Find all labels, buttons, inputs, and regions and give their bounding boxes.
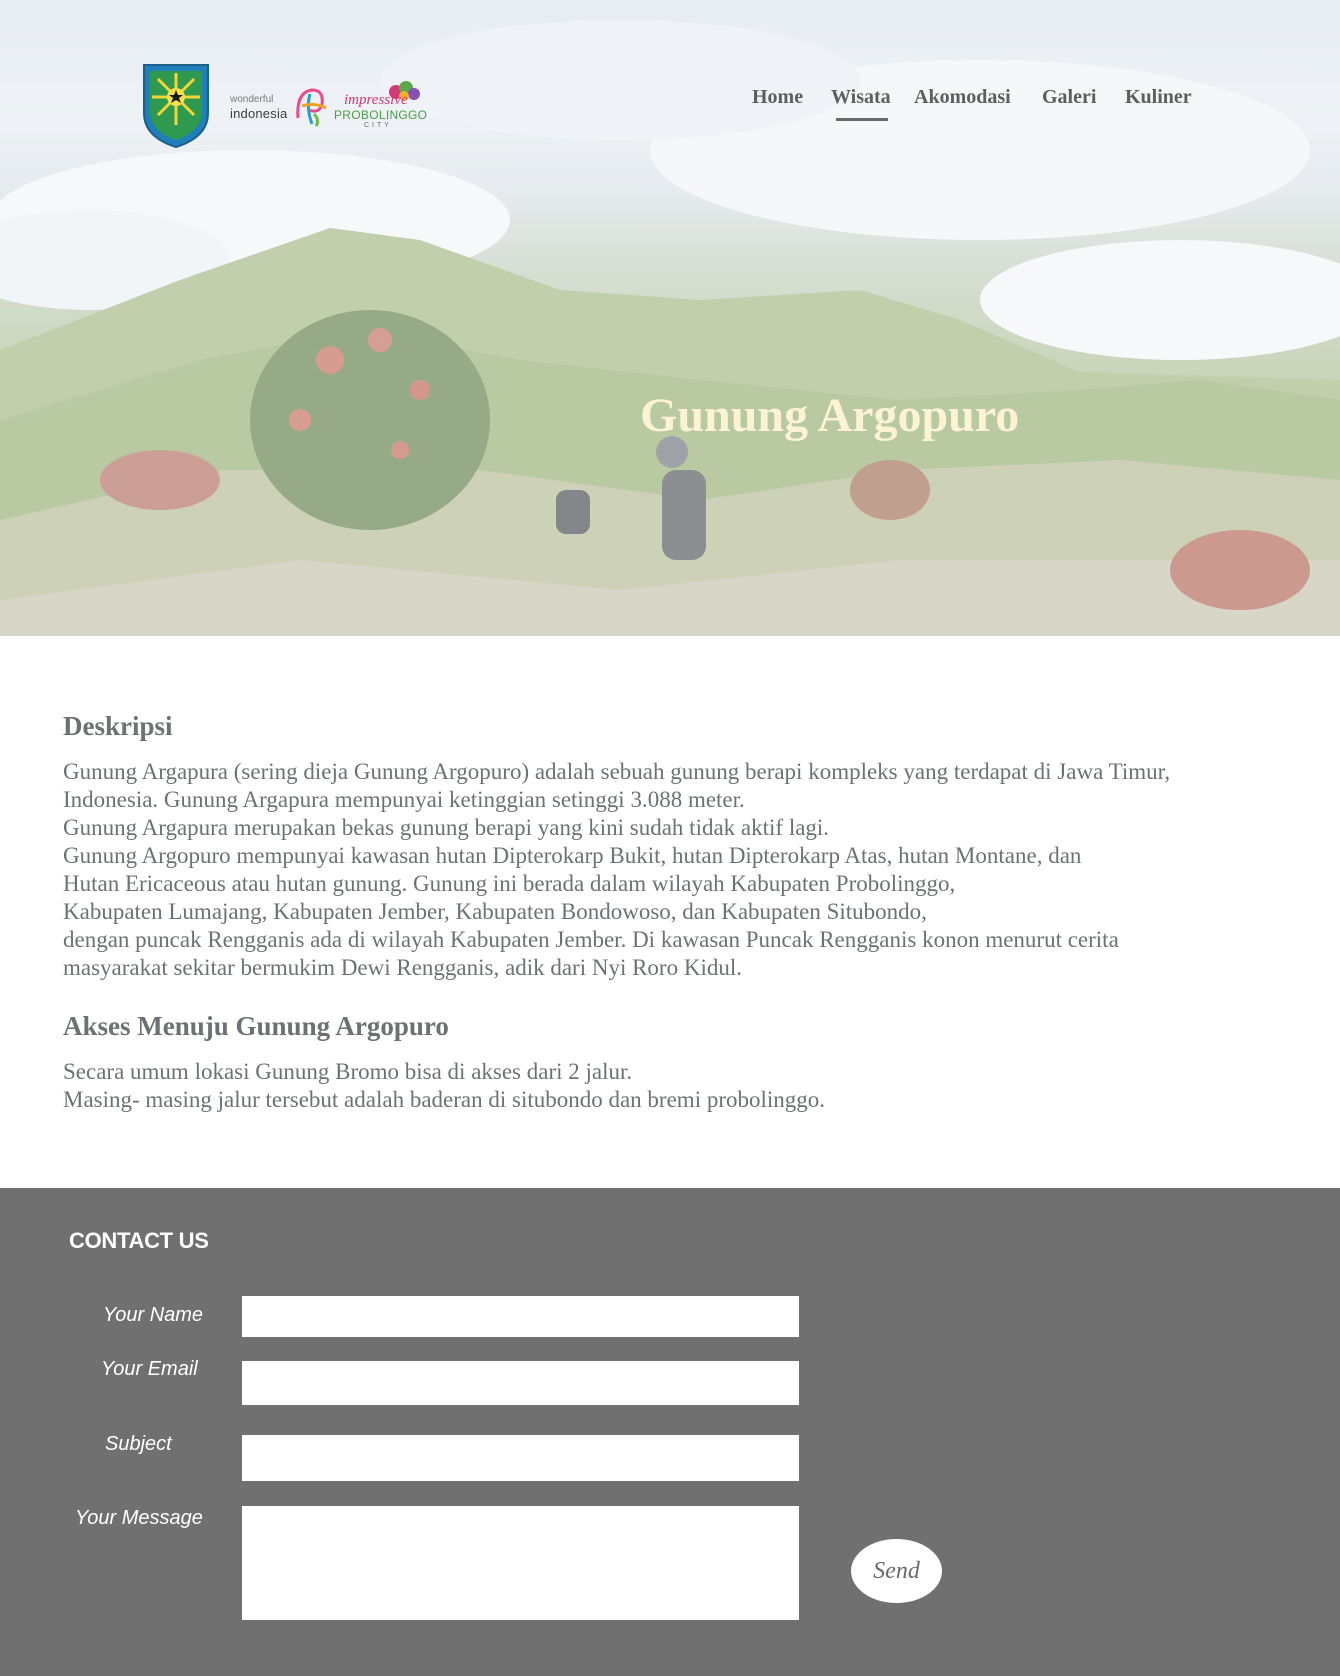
name-input[interactable] xyxy=(242,1296,799,1337)
description-line: masyarakat sekitar bermukim Dewi Renggan… xyxy=(63,955,742,980)
message-textarea[interactable] xyxy=(242,1506,799,1620)
nav-active-indicator xyxy=(836,118,888,121)
contact-heading: CONTACT US xyxy=(69,1228,209,1253)
hero-title: Gunung Argopuro xyxy=(640,389,1020,442)
description-line: Gunung Argopuro mempunyai kawasan hutan … xyxy=(63,843,1082,868)
description-line: Gunung Argapura merupakan bekas gunung b… xyxy=(63,815,830,840)
hero-banner: wonderful indonesia impressive PROBOLING… xyxy=(0,0,1340,636)
description-line: Hutan Ericaceous atau hutan gunung. Gunu… xyxy=(63,871,956,896)
nav-galeri[interactable]: Galeri xyxy=(1042,86,1096,109)
nav-wisata[interactable]: Wisata xyxy=(831,86,891,109)
main-nav: Home Wisata Akomodasi Galeri Kuliner xyxy=(0,86,1340,126)
access-line: Secara umum lokasi Gunung Bromo bisa di … xyxy=(63,1059,633,1084)
contact-footer: CONTACT US Your Name Your Email Subject … xyxy=(0,1188,1340,1676)
description-line: Gunung Argapura (sering dieja Gunung Arg… xyxy=(63,759,1171,784)
subject-input[interactable] xyxy=(242,1435,799,1481)
description-line: Indonesia. Gunung Argapura mempunyai ket… xyxy=(63,787,745,812)
access-line: Masing- masing jalur tersebut adalah bad… xyxy=(63,1087,826,1112)
nav-akomodasi[interactable]: Akomodasi xyxy=(914,86,1011,109)
description-line: dengan puncak Rengganis ada di wilayah K… xyxy=(63,927,1119,952)
section-heading-akses: Akses Menuju Gunung Argopuro xyxy=(63,1011,449,1041)
message-label: Your Message xyxy=(75,1507,203,1529)
nav-kuliner[interactable]: Kuliner xyxy=(1125,86,1192,109)
nav-home[interactable]: Home xyxy=(752,86,803,109)
description-line: Kabupaten Lumajang, Kabupaten Jember, Ka… xyxy=(63,899,927,924)
name-label: Your Name xyxy=(103,1304,204,1326)
section-heading-deskripsi: Deskripsi xyxy=(63,711,173,741)
email-label: Your Email xyxy=(101,1358,198,1380)
subject-label: Subject xyxy=(105,1433,172,1455)
email-input[interactable] xyxy=(242,1361,799,1405)
main-content: Deskripsi Gunung Argapura (sering dieja … xyxy=(63,706,1283,1114)
send-button[interactable]: Send xyxy=(851,1539,942,1603)
